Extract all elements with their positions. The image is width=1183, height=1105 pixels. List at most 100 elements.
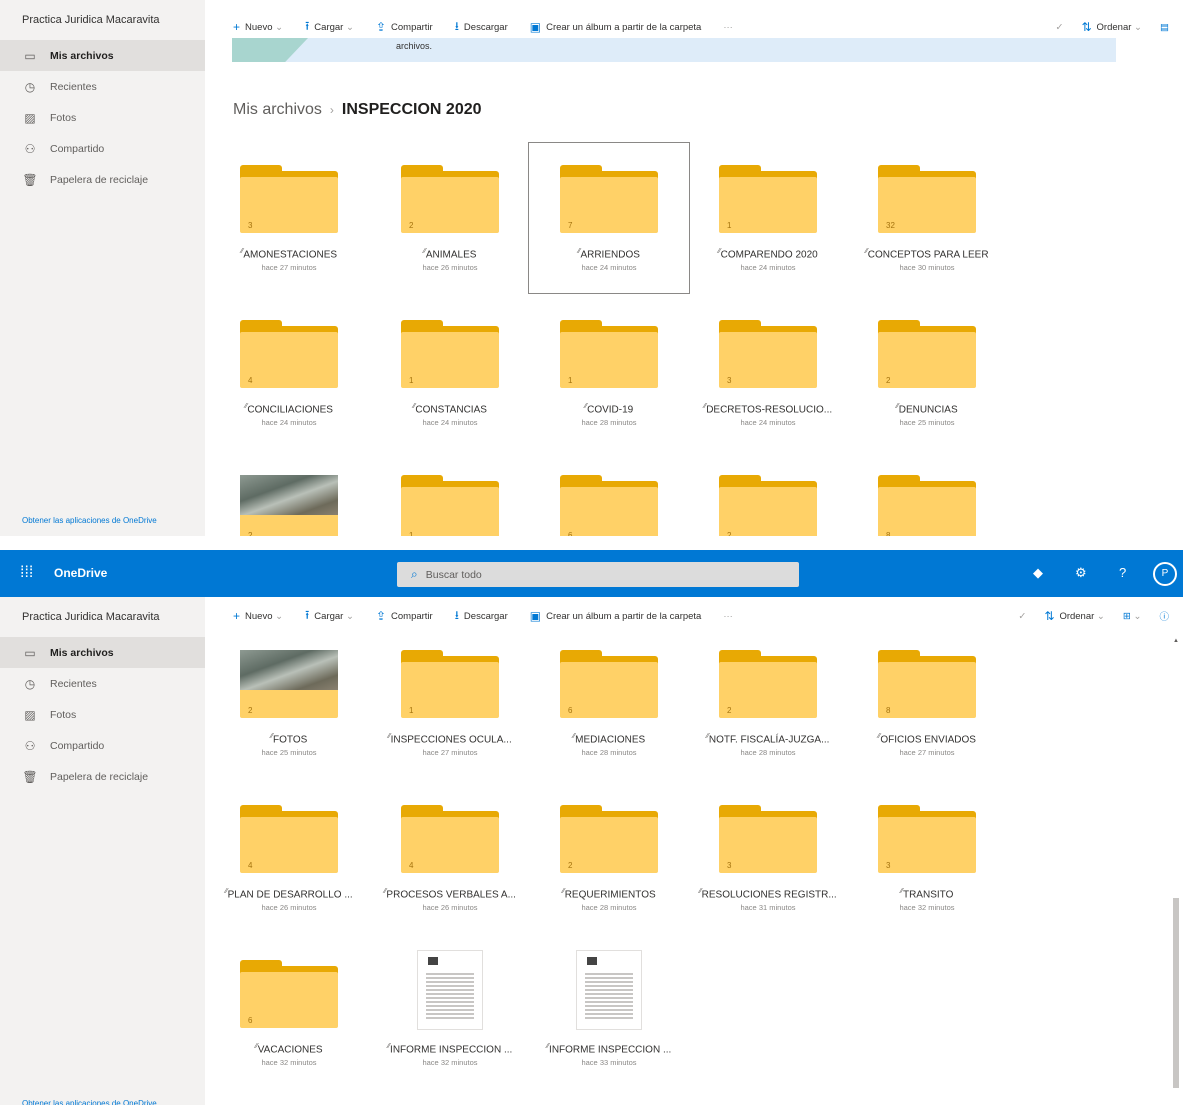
folder-tile[interactable]: 3 ⁄⁄RESOLUCIONES REGISTR... hace 31 minuto…: [688, 783, 848, 933]
nav-photos[interactable]: ▨ Fotos: [0, 699, 205, 730]
download-button[interactable]: ⭳ Descargar: [455, 17, 508, 38]
more-button[interactable]: ···: [723, 611, 733, 622]
item-name: ⁄⁄PROCESOS VERBALES A...: [384, 888, 516, 901]
folder-tile[interactable]: 4 ⁄⁄PLAN DE DESARROLLO ... hace 26 minutos: [209, 783, 369, 933]
nav-recycle-bin[interactable]: 🗑 Papelera de reciclaje: [0, 164, 205, 195]
more-button[interactable]: ···: [723, 22, 733, 33]
view-options-icon[interactable]: ▤: [1160, 22, 1169, 33]
get-apps-link[interactable]: Obtener las aplicaciones de OneDrive: [22, 1098, 162, 1105]
file-tile[interactable]: ⁄⁄INFORME INSPECCION ... hace 32 minutos: [370, 938, 530, 1088]
folder-tile[interactable]: 6 ⁄⁄VACACIONES hace 32 minutos: [209, 938, 369, 1088]
item-count: 3: [886, 861, 891, 870]
folder-tile[interactable]: 6 ⁄⁄MEDIACIONES hace 28 minutos: [529, 628, 689, 778]
checkmark-icon[interactable]: ✓: [1018, 611, 1026, 622]
nav-recent[interactable]: ◷ Recientes: [0, 71, 205, 102]
nav-recycle-bin[interactable]: 🗑 Papelera de reciclaje: [0, 761, 205, 792]
folder-tile[interactable]: 1 ⁄⁄INSPECCIONES OCULA... hace 27 minutos: [370, 628, 530, 778]
item-modified: hace 26 minutos: [422, 263, 478, 272]
folder-tile[interactable]: 3 ⁄⁄AMONESTACIONES hace 27 minutos: [209, 143, 369, 293]
nav-shared[interactable]: ⚇ Compartido: [0, 133, 205, 164]
item-name: ⁄⁄COMPARENDO 2020: [718, 248, 818, 261]
share-button[interactable]: ⇪ Compartir: [376, 20, 433, 34]
upload-button[interactable]: ⭱ Cargar ⌄: [305, 17, 354, 38]
folder-tile[interactable]: 3 ⁄⁄DECRETOS-RESOLUCIO... hace 24 minutos: [688, 298, 848, 448]
item-count: 2: [248, 706, 253, 715]
folder-tile[interactable]: 2 ⁄⁄NOTF. FISCALÍA-JUZGA... hace 28 minuto…: [688, 628, 848, 778]
folder-tile[interactable]: 1 ⁄⁄COMPARENDO 2020 hace 24 minutos: [688, 143, 848, 293]
help-icon[interactable]: ?: [1119, 565, 1126, 580]
nav-photos[interactable]: ▨ Fotos: [0, 102, 205, 133]
item-name: ⁄⁄VACACIONES: [255, 1043, 323, 1056]
gear-icon[interactable]: ⚙: [1075, 565, 1087, 581]
nav-label: Papelera de reciclaje: [50, 770, 149, 783]
folder-tile[interactable]: 1 ⁄⁄COVID-19 hace 28 minutos: [529, 298, 689, 448]
folder-icon: 1: [719, 165, 817, 233]
folder-tile[interactable]: 2 ⁄⁄ANIMALES hace 26 minutos: [370, 143, 530, 293]
album-icon: ▣: [529, 20, 542, 34]
download-button[interactable]: ⭳ Descargar: [455, 606, 508, 627]
folder-tile[interactable]: 2⁄⁄: [209, 453, 369, 536]
create-album-button[interactable]: ▣ Crear un álbum a partir de la carpeta: [530, 20, 702, 34]
create-album-button[interactable]: ▣ Crear un álbum a partir de la carpeta: [530, 609, 702, 623]
trash-icon: 🗑: [22, 172, 38, 187]
item-modified: hace 24 minutos: [740, 418, 796, 427]
new-button[interactable]: + Nuevo ⌄: [233, 20, 283, 34]
scroll-up-icon[interactable]: ▲: [1173, 638, 1179, 644]
plus-icon: +: [233, 20, 241, 34]
view-options-button[interactable]: ⊞ ⌄: [1123, 611, 1142, 622]
new-button[interactable]: + Nuevo ⌄: [233, 609, 283, 623]
clock-icon: ◷: [24, 79, 36, 94]
nav-recent[interactable]: ◷ Recientes: [0, 668, 205, 699]
item-name: ⁄⁄FOTOS: [270, 733, 308, 746]
folder-tile[interactable]: 1 ⁄⁄CONSTANCIAS hace 24 minutos: [370, 298, 530, 448]
app-name[interactable]: OneDrive: [54, 566, 107, 580]
folder-tile[interactable]: 32 ⁄⁄CONCEPTOS PARA LEER hace 30 minutos: [847, 143, 1007, 293]
nav-my-files[interactable]: ▭ Mis archivos: [0, 40, 205, 71]
banner-text: archivos.: [396, 41, 433, 51]
get-apps-link[interactable]: Obtener las aplicaciones de OneDrive: [22, 515, 162, 526]
checkmark-icon[interactable]: ✓: [1056, 22, 1064, 33]
folder-tile[interactable]: 2 ⁄⁄REQUERIMIENTOS hace 28 minutos: [529, 783, 689, 933]
sort-button[interactable]: ⇅ Ordenar ⌄: [1081, 20, 1142, 34]
item-modified: hace 27 minutos: [261, 263, 317, 272]
folder-tile[interactable]: 8⁄⁄: [847, 453, 1007, 536]
scrollbar-thumb[interactable]: [1173, 898, 1179, 1088]
nav-my-files[interactable]: ▭ Mis archivos: [0, 637, 205, 668]
chevron-down-icon: ⌄: [272, 21, 284, 33]
folder-tile[interactable]: 3 ⁄⁄TRANSITO hace 32 minutos: [847, 783, 1007, 933]
breadcrumb-root[interactable]: Mis archivos: [233, 101, 322, 118]
share-button[interactable]: ⇪ Compartir: [376, 609, 433, 623]
folder-tile[interactable]: 8 ⁄⁄OFICIOS ENVIADOS hace 27 minutos: [847, 628, 1007, 778]
avatar[interactable]: P: [1153, 562, 1177, 586]
folder-tile[interactable]: 2⁄⁄: [688, 453, 848, 536]
folder-tile[interactable]: 2 ⁄⁄DENUNCIAS hace 25 minutos: [847, 298, 1007, 448]
item-count: 3: [248, 221, 253, 230]
search-box[interactable]: ⌕ Buscar todo: [397, 562, 799, 587]
people-icon: ⚇: [24, 738, 36, 753]
info-icon[interactable]: ⓘ: [1159, 609, 1169, 623]
file-tile[interactable]: ⁄⁄INFORME INSPECCION ... hace 33 minutos: [529, 938, 689, 1088]
premium-diamond-icon[interactable]: ◆: [1033, 565, 1043, 581]
folder-tile[interactable]: 1⁄⁄: [370, 453, 530, 536]
nav-shared[interactable]: ⚇ Compartido: [0, 730, 205, 761]
app-launcher-icon[interactable]: ⁞⁞⁞: [20, 564, 33, 582]
folder-icon: 2: [878, 320, 976, 388]
scrollbar[interactable]: ▲: [1172, 636, 1180, 1091]
sort-label: Ordenar: [1059, 610, 1095, 622]
item-count: 1: [727, 221, 732, 230]
folder-tile[interactable]: 4 ⁄⁄PROCESOS VERBALES A... hace 26 minutos: [370, 783, 530, 933]
folder-tile[interactable]: 4 ⁄⁄CONCILIACIONES hace 24 minutos: [209, 298, 369, 448]
upload-button[interactable]: ⭱ Cargar ⌄: [305, 606, 354, 627]
photo-folder-thumbnail: 2: [240, 650, 338, 718]
item-modified: hace 28 minutos: [581, 418, 637, 427]
folder-tile[interactable]: 6⁄⁄: [529, 453, 689, 536]
sort-button[interactable]: ⇅ Ordenar ⌄: [1044, 609, 1105, 623]
item-modified: hace 27 minutos: [422, 748, 478, 757]
owner-name: Practica Juridica Macaravita: [22, 611, 160, 623]
folder-tile[interactable]: 7 ⁄⁄ARRIENDOS hace 24 minutos: [528, 142, 690, 294]
nav-label: Mis archivos: [50, 646, 114, 659]
people-icon: ⚇: [24, 141, 36, 156]
suite-header: ⁞⁞⁞ OneDrive ⌕ Buscar todo ◆ ⚙ ? P: [0, 550, 1183, 597]
folder-tile[interactable]: 2 ⁄⁄FOTOS hace 25 minutos: [209, 628, 369, 778]
trash-icon: 🗑: [22, 769, 38, 784]
